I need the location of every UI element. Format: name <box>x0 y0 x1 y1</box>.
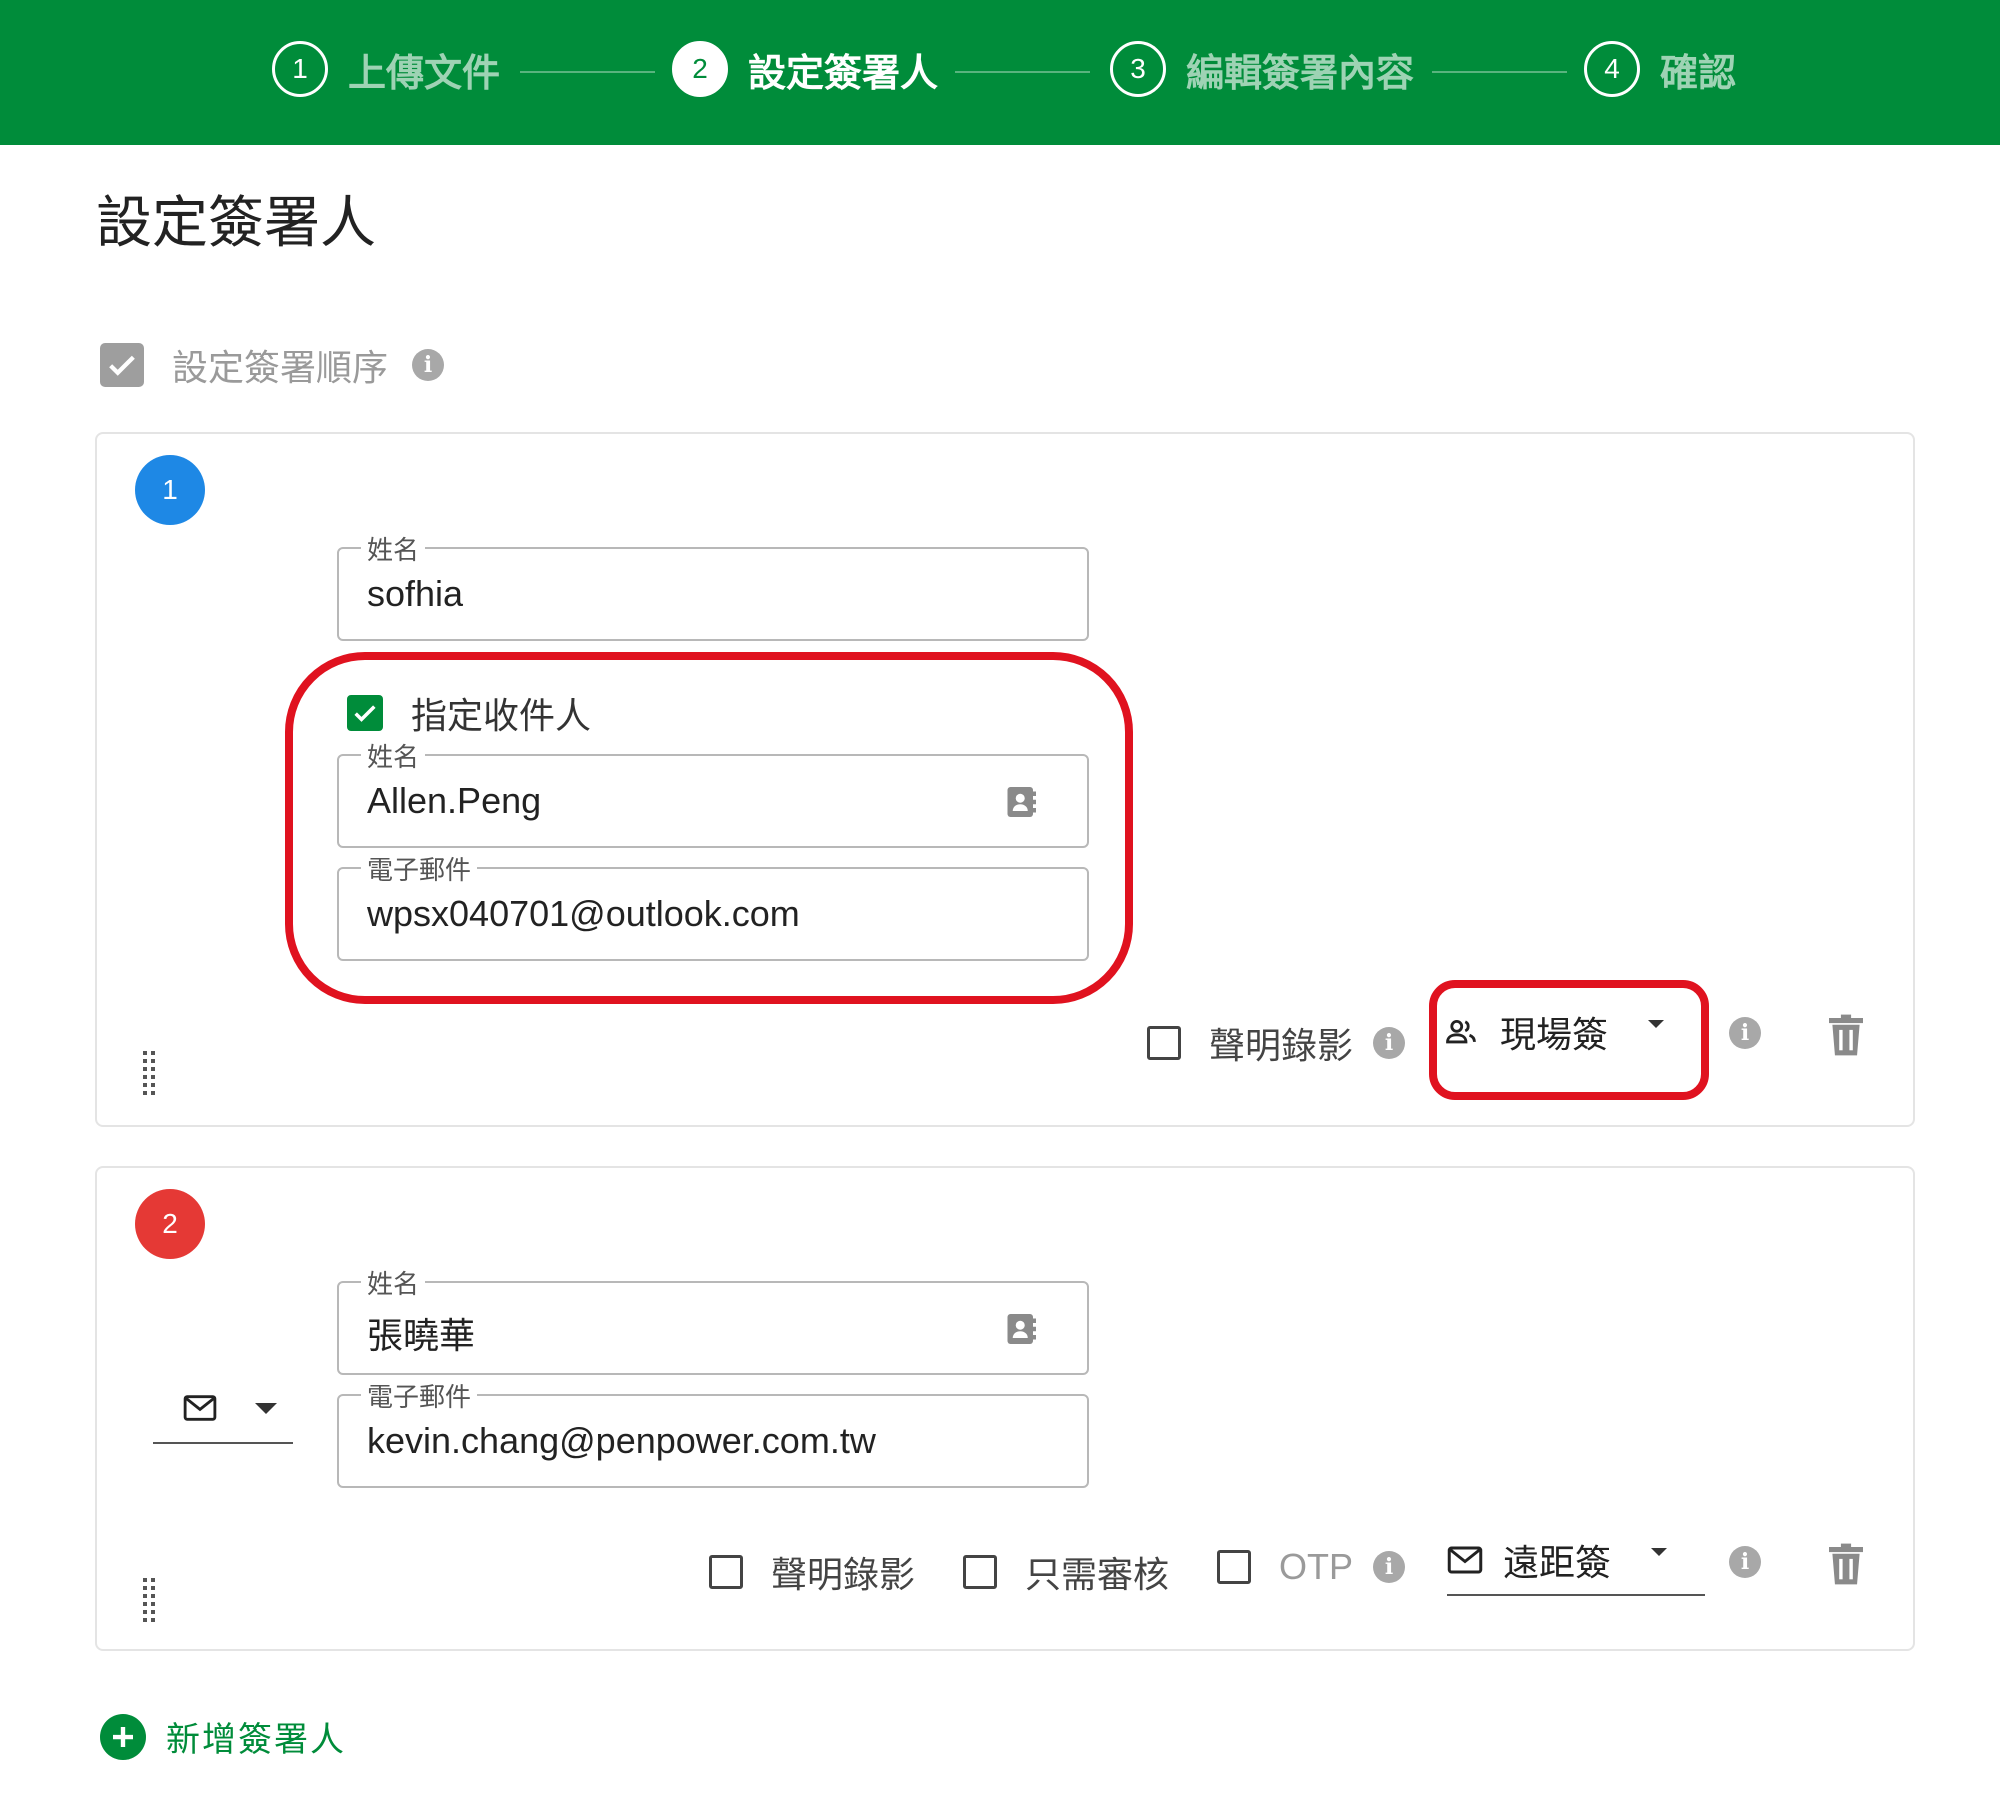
check-icon <box>354 705 376 722</box>
signer-card-2: 2 姓名 張曉華 電子郵件 kevin.chang@penpower.com.t… <box>95 1166 1915 1651</box>
assign-recipient-row: 指定收件人 <box>347 687 591 739</box>
step-number: 4 <box>1584 41 1640 97</box>
video-statement-checkbox[interactable] <box>709 1555 743 1589</box>
sign-mode-value: 現場簽 <box>1500 1015 1609 1056</box>
signer-name-value: 張曉華 <box>367 1315 476 1356</box>
trash-icon[interactable] <box>1829 1014 1863 1056</box>
sign-mode-value: 遠距簽 <box>1503 1543 1612 1584</box>
stepper-header: 1 上傳文件 2 設定簽署人 3 編輯簽署內容 4 確認 <box>0 0 2000 145</box>
contact-book-icon[interactable] <box>1003 784 1039 820</box>
recipient-name-field[interactable]: 姓名 Allen.Peng <box>337 737 1089 848</box>
page-title: 設定簽署人 <box>96 191 376 256</box>
signer-email-field[interactable]: 電子郵件 kevin.chang@penpower.com.tw <box>337 1377 1089 1488</box>
sign-mode-select[interactable]: 遠距簽 <box>1447 1526 1705 1596</box>
drag-handle-icon[interactable] <box>143 1578 157 1622</box>
info-icon[interactable]: i <box>1729 1546 1761 1578</box>
mail-icon <box>1447 1546 1483 1574</box>
field-label: 電子郵件 <box>361 1377 478 1414</box>
chevron-down-icon <box>255 1402 277 1414</box>
step-confirm[interactable]: 4 確認 <box>1584 40 1736 98</box>
field-label: 姓名 <box>361 1264 426 1301</box>
step-label: 編輯簽署內容 <box>1186 50 1415 95</box>
otp-checkbox[interactable] <box>1217 1550 1251 1584</box>
review-only-label: 只需審核 <box>1025 1555 1170 1596</box>
step-connector <box>1432 71 1567 73</box>
otp-option: OTP i <box>1217 1546 1406 1588</box>
step-upload[interactable]: 1 上傳文件 <box>272 40 500 98</box>
signing-order-label: 設定簽署順序 <box>172 348 389 389</box>
field-label: 電子郵件 <box>361 850 478 887</box>
video-statement-option: 聲明錄影 <box>709 1546 915 1598</box>
recipient-email-field[interactable]: 電子郵件 wpsx040701@outlook.com <box>337 850 1089 961</box>
step-number: 1 <box>272 41 328 97</box>
signing-order-checkbox[interactable] <box>100 343 144 387</box>
signer-name-value: sofhia <box>367 573 464 614</box>
video-statement-checkbox[interactable] <box>1147 1026 1181 1060</box>
signer-card-1: 1 姓名 sofhia 指定收件人 姓名 Allen.Peng 電子郵件 wps… <box>95 432 1915 1127</box>
contact-book-icon[interactable] <box>1003 1311 1039 1347</box>
step-set-signers[interactable]: 2 設定簽署人 <box>672 40 938 98</box>
info-icon[interactable]: i <box>412 349 445 381</box>
add-signer-button[interactable]: 新增簽署人 <box>100 1712 346 1761</box>
review-only-option: 只需審核 <box>963 1546 1169 1598</box>
field-label: 姓名 <box>361 737 426 774</box>
step-label: 確認 <box>1660 50 1737 95</box>
step-number: 3 <box>1110 41 1166 97</box>
check-icon <box>109 355 135 376</box>
recipient-email-value: wpsx040701@outlook.com <box>367 893 800 934</box>
step-label: 上傳文件 <box>348 50 501 95</box>
chevron-down-icon <box>1648 1020 1665 1028</box>
trash-icon[interactable] <box>1829 1543 1863 1585</box>
add-signer-label: 新增簽署人 <box>166 1720 346 1760</box>
step-number: 2 <box>672 41 728 97</box>
recipient-name-value: Allen.Peng <box>367 780 542 821</box>
field-label: 姓名 <box>361 530 426 567</box>
assign-recipient-checkbox[interactable] <box>347 695 383 731</box>
signing-order-row: 設定簽署順序 i <box>100 340 445 390</box>
signer-index-badge: 1 <box>135 455 205 525</box>
people-icon <box>1446 1019 1476 1044</box>
signer-name-field[interactable]: 姓名 張曉華 <box>337 1264 1089 1375</box>
step-connector <box>520 71 655 73</box>
mail-icon <box>183 1395 217 1421</box>
sign-mode-select[interactable]: 現場簽 <box>1442 997 1692 1067</box>
step-label: 設定簽署人 <box>748 50 939 95</box>
assign-recipient-label: 指定收件人 <box>411 696 592 737</box>
video-statement-label: 聲明錄影 <box>771 1555 916 1596</box>
otp-label: OTP <box>1279 1546 1354 1587</box>
signer-email-value: kevin.chang@penpower.com.tw <box>367 1420 876 1461</box>
plus-icon <box>100 1713 146 1760</box>
chevron-down-icon <box>1651 1548 1668 1556</box>
video-statement-option: 聲明錄影 i <box>1147 1017 1406 1069</box>
step-connector <box>955 71 1090 73</box>
review-only-checkbox[interactable] <box>963 1555 997 1589</box>
video-statement-label: 聲明錄影 <box>1209 1026 1354 1067</box>
step-edit-content[interactable]: 3 編輯簽署內容 <box>1110 40 1414 98</box>
info-icon[interactable]: i <box>1729 1017 1761 1049</box>
contact-method-select[interactable] <box>153 1374 293 1444</box>
info-icon[interactable]: i <box>1373 1027 1406 1059</box>
info-icon[interactable]: i <box>1373 1551 1406 1583</box>
signer-name-field[interactable]: 姓名 sofhia <box>337 530 1089 641</box>
signer-index-badge: 2 <box>135 1189 205 1259</box>
drag-handle-icon[interactable] <box>143 1051 157 1095</box>
